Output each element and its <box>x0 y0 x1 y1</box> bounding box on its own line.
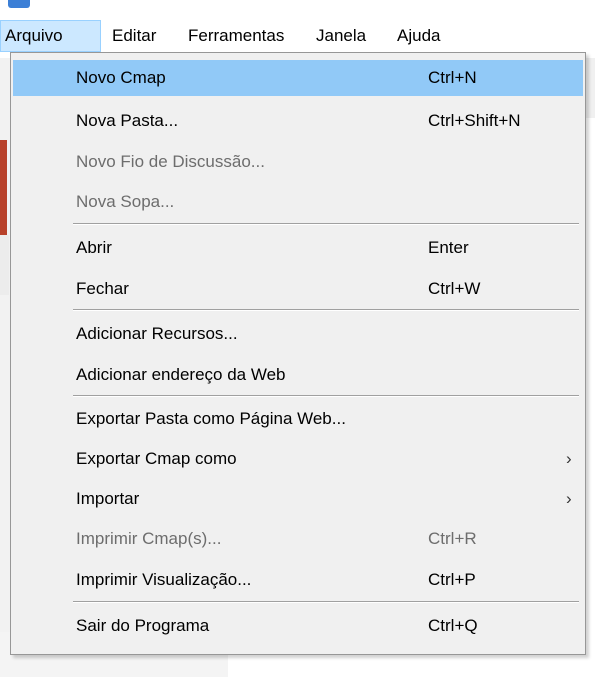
window-titlebar <box>0 0 595 20</box>
menu-item-shortcut: Enter <box>428 238 469 257</box>
menu-item-exportar-pasta-pagina-web[interactable]: Exportar Pasta como Página Web... <box>13 401 583 437</box>
menu-item-label: Adicionar endereço da Web <box>76 365 286 384</box>
menu-item-fechar[interactable]: Fechar Ctrl+W <box>13 271 583 307</box>
menu-item-nova-sopa: Nova Sopa... <box>13 184 583 220</box>
menu-item-abrir[interactable]: Abrir Enter <box>13 230 583 266</box>
menu-item-label: Novo Cmap <box>76 68 166 87</box>
menu-item-label: Fechar <box>76 279 129 298</box>
menu-item-label: Imprimir Cmap(s)... <box>76 529 222 548</box>
menu-separator <box>73 601 579 603</box>
menu-item-label: Novo Fio de Discussão... <box>76 152 265 171</box>
menu-ajuda[interactable]: Ajuda <box>394 20 443 52</box>
menu-item-shortcut: Ctrl+W <box>428 279 481 298</box>
menu-item-label: Sair do Programa <box>76 616 210 635</box>
menu-ferramentas[interactable]: Ferramentas <box>185 20 287 52</box>
background-panel-grey <box>0 235 9 295</box>
app-icon <box>8 0 30 8</box>
menu-arquivo[interactable]: Arquivo <box>0 20 101 52</box>
menu-item-label: Nova Pasta... <box>76 111 179 130</box>
menu-separator <box>73 395 579 397</box>
menu-item-shortcut: Ctrl+Q <box>428 616 478 635</box>
menu-item-label: Nova Sopa... <box>76 192 175 211</box>
menu-item-label: Abrir <box>76 238 112 257</box>
menu-item-label: Exportar Cmap como <box>76 449 237 468</box>
arquivo-dropdown-menu: Novo Cmap Ctrl+N Nova Pasta... Ctrl+Shif… <box>10 52 586 655</box>
menu-item-imprimir-cmaps: Imprimir Cmap(s)... Ctrl+R <box>13 521 583 557</box>
menu-item-label: Adicionar Recursos... <box>76 324 238 343</box>
menu-item-imprimir-visualizacao[interactable]: Imprimir Visualização... Ctrl+P <box>13 562 583 598</box>
menu-separator <box>73 223 579 225</box>
menu-item-label: Importar <box>76 489 140 508</box>
menu-separator <box>73 309 579 311</box>
menu-item-novo-fio-de-discussao: Novo Fio de Discussão... <box>13 144 583 180</box>
menu-item-novo-cmap[interactable]: Novo Cmap Ctrl+N <box>13 60 583 96</box>
menu-item-exportar-cmap-como[interactable]: Exportar Cmap como › <box>13 441 583 477</box>
menu-item-shortcut: Ctrl+Shift+N <box>428 111 521 130</box>
menu-item-label: Exportar Pasta como Página Web... <box>76 409 346 428</box>
background-panel-red <box>0 140 7 235</box>
menu-item-importar[interactable]: Importar › <box>13 481 583 517</box>
menu-item-shortcut: Ctrl+N <box>428 68 477 87</box>
menu-item-shortcut: Ctrl+P <box>428 570 476 589</box>
chevron-right-icon: › <box>566 449 572 468</box>
menu-bar: Arquivo Editar Ferramentas Janela Ajuda <box>0 20 595 52</box>
menu-item-sair-do-programa[interactable]: Sair do Programa Ctrl+Q <box>13 608 583 644</box>
chevron-right-icon: › <box>566 489 572 508</box>
menu-item-adicionar-recursos[interactable]: Adicionar Recursos... <box>13 316 583 352</box>
menu-item-adicionar-endereco-web[interactable]: Adicionar endereço da Web <box>13 357 583 393</box>
menu-editar[interactable]: Editar <box>109 20 159 52</box>
menu-janela[interactable]: Janela <box>313 20 369 52</box>
menu-item-shortcut: Ctrl+R <box>428 529 477 548</box>
menu-item-nova-pasta[interactable]: Nova Pasta... Ctrl+Shift+N <box>13 103 583 139</box>
menu-item-label: Imprimir Visualização... <box>76 570 252 589</box>
